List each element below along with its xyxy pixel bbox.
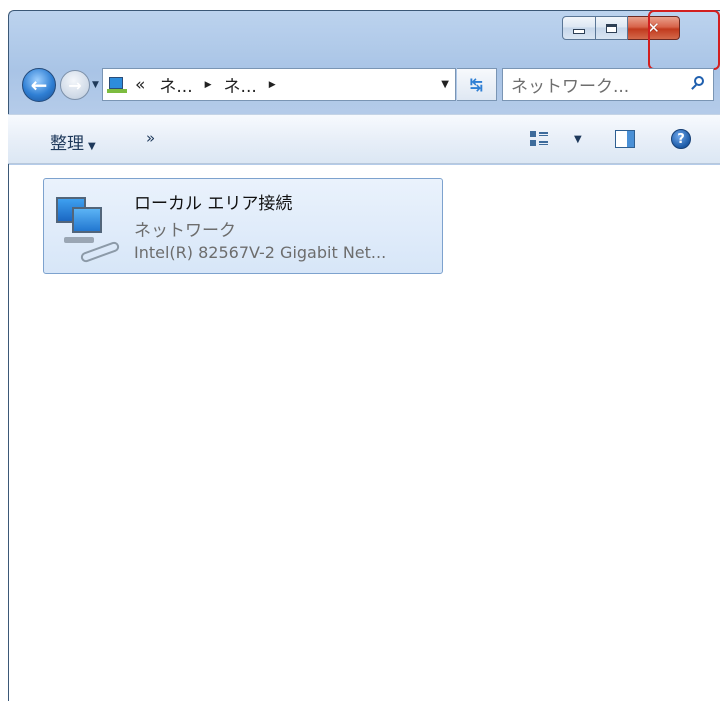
recent-pages-dropdown[interactable]: ▼ (92, 80, 99, 90)
connection-name: ローカル エリア接続 (134, 194, 293, 214)
organize-menu-button[interactable]: 整理 ▼ (50, 129, 96, 154)
connection-device: Intel(R) 82567V-2 Gigabit Net... (134, 243, 387, 262)
minimize-icon (573, 28, 585, 34)
list-item[interactable]: ローカル エリア接続 ネットワーク Intel(R) 82567V-2 Giga… (43, 178, 443, 274)
minimize-button[interactable] (562, 16, 596, 40)
arrow-left-icon: ← (30, 73, 48, 97)
search-placeholder: ネットワーク... (511, 77, 630, 97)
help-glyph: ? (677, 131, 685, 147)
views-dropdown-icon[interactable]: ▼ (574, 134, 582, 145)
maximize-icon (606, 23, 617, 33)
address-bar[interactable]: « ネ... ▶ ネ... ▶ ▼ (102, 68, 456, 101)
arrow-right-icon: → (68, 75, 82, 95)
maximize-button[interactable] (596, 16, 628, 40)
search-icon[interactable] (691, 76, 705, 90)
network-folder-icon (107, 76, 127, 94)
chevron-down-icon: ▼ (88, 141, 96, 152)
help-icon[interactable]: ? (671, 129, 691, 149)
caption-buttons: ✕ (562, 16, 680, 40)
breadcrumb-segment-2[interactable]: ネ... (224, 72, 257, 97)
network-connection-icon (50, 189, 124, 265)
forward-button[interactable]: → (60, 70, 90, 100)
close-icon: ✕ (647, 18, 660, 37)
connection-status: ネットワーク (134, 221, 236, 241)
command-bar: 整理 ▼ » ▼ ? (8, 114, 720, 164)
address-dropdown-icon[interactable]: ▼ (441, 79, 449, 90)
back-button[interactable]: ← (22, 68, 56, 102)
change-view-icon[interactable] (530, 130, 548, 148)
breadcrumb-chevron-icon[interactable]: ▶ (205, 80, 212, 90)
more-commands-button[interactable]: » (146, 129, 155, 147)
search-input[interactable]: ネットワーク... (502, 68, 714, 101)
breadcrumb-overflow[interactable]: « (135, 75, 145, 95)
close-button[interactable]: ✕ (628, 16, 680, 40)
breadcrumb-chevron-icon[interactable]: ▶ (269, 80, 276, 90)
organize-label: 整理 (50, 134, 84, 154)
preview-pane-icon[interactable] (615, 130, 635, 148)
refresh-button[interactable]: ↹ (457, 68, 497, 101)
breadcrumb-segment-1[interactable]: ネ... (159, 72, 192, 97)
refresh-icon: ↹ (469, 75, 484, 94)
